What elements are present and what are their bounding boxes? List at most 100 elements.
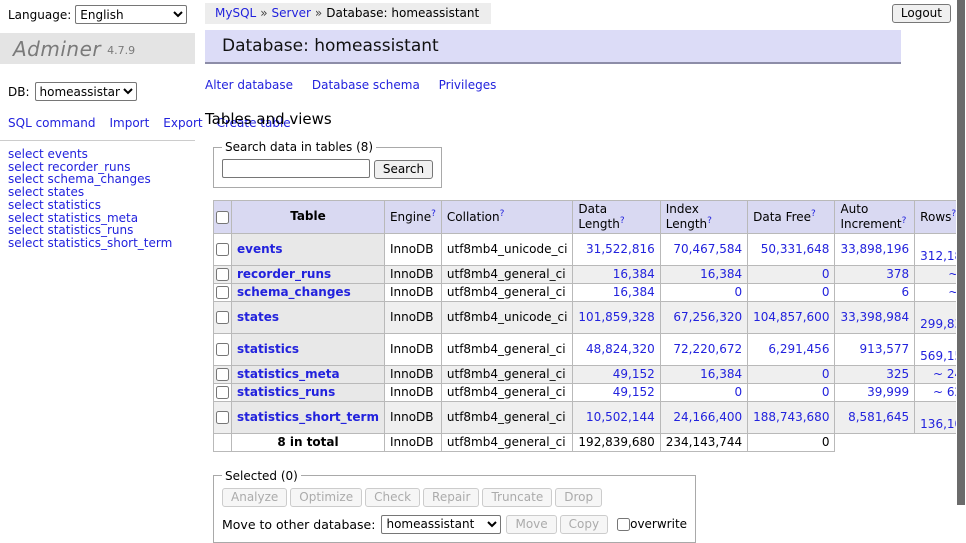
row-checkbox[interactable]	[216, 411, 229, 424]
totals-data-length: 192,839,680	[573, 433, 660, 451]
auto-increment-link[interactable]: 913,577	[860, 342, 910, 356]
auto-increment-link[interactable]: 33,898,196	[840, 242, 909, 256]
sidebar-item-select-statistics-short-term[interactable]: select statistics_short_term	[8, 237, 195, 250]
column-header-engine: Engine?	[384, 200, 441, 233]
auto-increment-link[interactable]: 39,999	[867, 385, 909, 399]
column-header-data-length: Data Length?	[573, 200, 660, 233]
drop-button[interactable]: Drop	[555, 488, 602, 507]
check-all-checkbox[interactable]	[216, 211, 229, 224]
table-link-statistics-short-term[interactable]: statistics_short_term	[237, 410, 379, 424]
cell-collation: utf8mb4_general_ci	[441, 333, 573, 365]
sidebar: Adminer 4.7.9 DB:homeassistant SQL comma…	[0, 0, 195, 250]
row-checkbox[interactable]	[216, 368, 229, 381]
auto-increment-link[interactable]: 33,398,984	[840, 310, 909, 324]
data-free-link[interactable]: 6,291,456	[768, 342, 829, 356]
breadcrumb-server-link[interactable]: Server	[272, 6, 311, 20]
index-length-link[interactable]: 67,256,320	[673, 310, 742, 324]
index-length-link[interactable]: 0	[734, 385, 742, 399]
help-icon[interactable]: ?	[431, 209, 436, 219]
index-length-link[interactable]: 16,384	[700, 267, 742, 281]
data-length-link[interactable]: 49,152	[613, 385, 655, 399]
vertical-scrollbar[interactable]	[956, 0, 966, 543]
alter-database-link[interactable]: Alter database	[205, 78, 293, 92]
data-free-link[interactable]: 0	[822, 367, 830, 381]
sidebar-item-select-statistics[interactable]: select statistics	[8, 199, 195, 212]
sidebar-link-sql-command[interactable]: SQL command	[8, 116, 95, 130]
data-length-link[interactable]: 10,502,144	[586, 410, 655, 424]
table-link-schema-changes[interactable]: schema_changes	[237, 285, 351, 299]
analyze-button[interactable]: Analyze	[222, 488, 287, 507]
data-free-link[interactable]: 0	[822, 285, 830, 299]
table-link-statistics-meta[interactable]: statistics_meta	[237, 367, 340, 381]
db-select[interactable]: homeassistant	[35, 82, 137, 101]
sidebar-link-import[interactable]: Import	[109, 116, 149, 130]
table-link-statistics[interactable]: statistics	[237, 342, 299, 356]
move-button[interactable]: Move	[506, 515, 556, 534]
breadcrumb-mysql-link[interactable]: MySQL	[215, 6, 256, 20]
auto-increment-link[interactable]: 378	[886, 267, 909, 281]
cell-collation: utf8mb4_general_ci	[441, 383, 573, 401]
table-link-statistics-runs[interactable]: statistics_runs	[237, 385, 335, 399]
help-icon[interactable]: ?	[620, 216, 625, 226]
auto-increment-link[interactable]: 8,581,645	[848, 410, 909, 424]
app-title: Adminer 4.7.9	[0, 33, 195, 64]
truncate-button[interactable]: Truncate	[482, 488, 552, 507]
scrollbar-thumb[interactable]	[957, 0, 965, 505]
help-icon[interactable]: ?	[707, 216, 712, 226]
data-free-link[interactable]: 0	[822, 385, 830, 399]
totals-collation: utf8mb4_general_ci	[441, 433, 573, 451]
search-input[interactable]	[222, 159, 370, 178]
row-checkbox[interactable]	[216, 343, 229, 356]
cell-engine: InnoDB	[384, 265, 441, 283]
index-length-link[interactable]: 0	[734, 285, 742, 299]
row-checkbox[interactable]	[216, 243, 229, 256]
table-row: schema_changes InnoDB utf8mb4_general_ci…	[214, 283, 966, 301]
help-icon[interactable]: ?	[811, 209, 816, 219]
row-checkbox[interactable]	[216, 268, 229, 281]
row-checkbox[interactable]	[216, 311, 229, 324]
data-free-link[interactable]: 50,331,648	[761, 242, 830, 256]
data-free-link[interactable]: 188,743,680	[753, 410, 829, 424]
row-checkbox[interactable]	[216, 286, 229, 299]
privileges-link[interactable]: Privileges	[439, 78, 497, 92]
auto-increment-link[interactable]: 6	[902, 285, 910, 299]
index-length-link[interactable]: 16,384	[700, 367, 742, 381]
sidebar-item-select-states[interactable]: select states	[8, 186, 195, 199]
data-free-link[interactable]: 104,857,600	[753, 310, 829, 324]
table-row: statistics_meta InnoDB utf8mb4_general_c…	[214, 365, 966, 383]
cell-engine: InnoDB	[384, 333, 441, 365]
index-length-link[interactable]: 24,166,400	[673, 410, 742, 424]
table-link-events[interactable]: events	[237, 242, 283, 256]
move-database-select[interactable]: homeassistant	[381, 515, 501, 534]
optimize-button[interactable]: Optimize	[290, 488, 362, 507]
copy-button[interactable]: Copy	[560, 515, 608, 534]
totals-data-free: 0	[748, 433, 835, 451]
index-length-link[interactable]: 70,467,584	[673, 242, 742, 256]
help-icon[interactable]: ?	[902, 216, 907, 226]
row-checkbox[interactable]	[216, 386, 229, 399]
data-length-link[interactable]: 49,152	[613, 367, 655, 381]
data-length-link[interactable]: 101,859,328	[578, 310, 654, 324]
check-button[interactable]: Check	[365, 488, 420, 507]
cell-engine: InnoDB	[384, 233, 441, 265]
data-length-link[interactable]: 16,384	[613, 267, 655, 281]
move-label: Move to other database:	[222, 517, 375, 532]
data-free-link[interactable]: 0	[822, 267, 830, 281]
data-length-link[interactable]: 48,824,320	[586, 342, 655, 356]
repair-button[interactable]: Repair	[423, 488, 479, 507]
column-header-table: Table	[232, 200, 385, 233]
database-schema-link[interactable]: Database schema	[312, 78, 420, 92]
auto-increment-link[interactable]: 325	[886, 367, 909, 381]
main-content: Alter database Database schema Privilege…	[205, 78, 905, 543]
data-length-link[interactable]: 31,522,816	[586, 242, 655, 256]
logout-button[interactable]: Logout	[892, 4, 951, 23]
data-length-link[interactable]: 16,384	[613, 285, 655, 299]
sidebar-link-export[interactable]: Export	[163, 116, 202, 130]
sidebar-item-select-events[interactable]: select events	[8, 148, 195, 161]
help-icon[interactable]: ?	[500, 209, 505, 219]
index-length-link[interactable]: 72,220,672	[673, 342, 742, 356]
overwrite-checkbox[interactable]	[617, 518, 630, 531]
table-link-states[interactable]: states	[237, 310, 279, 324]
table-link-recorder-runs[interactable]: recorder_runs	[237, 267, 331, 281]
search-button[interactable]: Search	[374, 160, 433, 179]
